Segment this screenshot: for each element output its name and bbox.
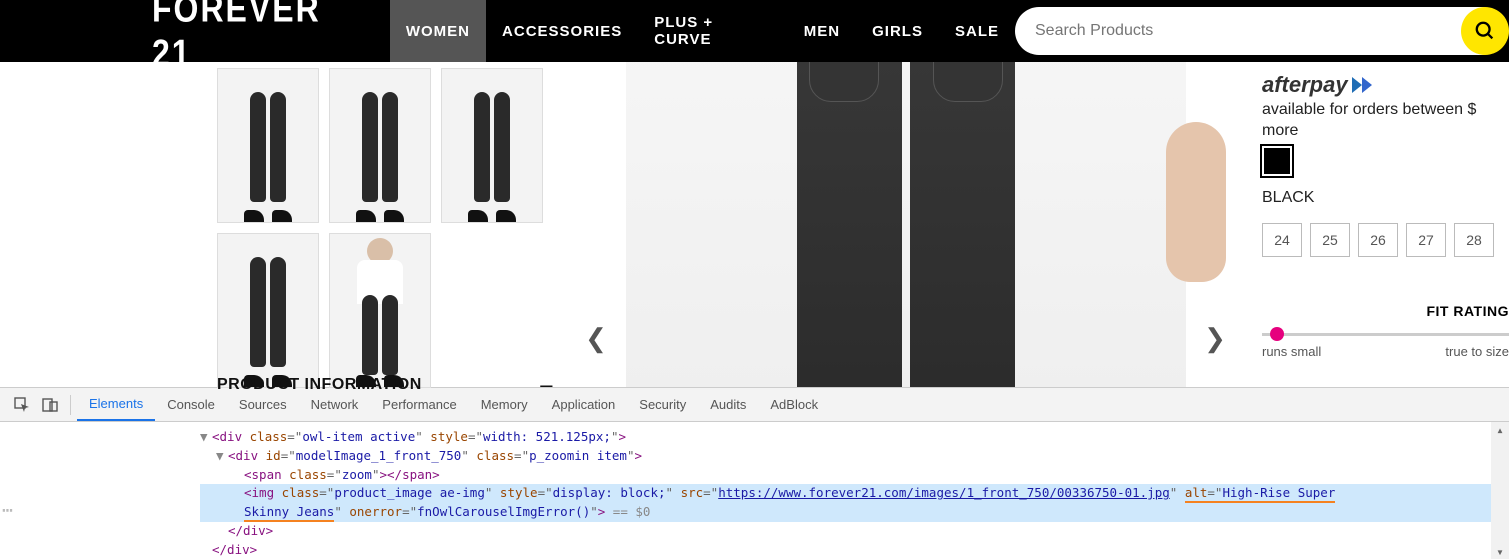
product-information-label: PRODUCT INFORMATION	[217, 376, 422, 394]
main-product-image[interactable]	[626, 62, 1186, 387]
carousel-next-button[interactable]: ❯	[1200, 323, 1230, 353]
brand-logo[interactable]: FOREVER 21	[152, 0, 370, 75]
product-information-heading[interactable]: PRODUCT INFORMATION –	[217, 372, 557, 398]
inspect-element-icon[interactable]	[8, 391, 36, 419]
devtools-elements-tree[interactable]: ⋯ ▼<div class="owl-item active" style="w…	[0, 422, 1509, 559]
afterpay-availability-text: available for orders between $	[1262, 100, 1509, 119]
thumbnail-3[interactable]	[441, 68, 543, 223]
size-24[interactable]: 24	[1262, 223, 1302, 257]
fit-label-left: runs small	[1262, 344, 1321, 359]
thumbnail-1[interactable]	[217, 68, 319, 223]
devtools-tab-security[interactable]: Security	[627, 389, 698, 420]
product-page: PRODUCT INFORMATION – ❮ ❯ afterpay avail…	[0, 62, 1509, 387]
fit-slider-thumb[interactable]	[1270, 327, 1284, 341]
devtools-tab-elements[interactable]: Elements	[77, 388, 155, 421]
devtools-scrollbar[interactable]: ▴▾	[1491, 422, 1509, 559]
scroll-up-icon[interactable]: ▴	[1496, 422, 1504, 437]
fit-label-right: true to size	[1445, 344, 1509, 359]
devtools-tab-audits[interactable]: Audits	[698, 389, 758, 420]
nav-item-plus-curve[interactable]: PLUS + CURVE	[638, 0, 788, 62]
code-line-4b-selected[interactable]: Skinny Jeans" onerror="fnOwlCarouselImgE…	[200, 503, 1509, 522]
fit-rating-title: FIT RATING	[1262, 303, 1509, 319]
size-25[interactable]: 25	[1310, 223, 1350, 257]
search-input[interactable]	[1015, 7, 1485, 55]
nav-item-girls[interactable]: GIRLS	[856, 0, 939, 62]
code-line-1[interactable]: ▼<div class="owl-item active" style="wid…	[200, 428, 1509, 447]
thumbnail-2[interactable]	[329, 68, 431, 223]
navbar: FOREVER 21 WOMEN ACCESSORIES PLUS + CURV…	[0, 0, 1509, 62]
devtools-panel: Elements Console Sources Network Perform…	[0, 387, 1509, 559]
thumbnail-4[interactable]	[217, 233, 319, 388]
code-line-6[interactable]: </div>	[200, 541, 1509, 559]
scroll-down-icon[interactable]: ▾	[1496, 544, 1504, 559]
thumbnail-grid	[217, 62, 557, 387]
nav-item-women[interactable]: WOMEN	[390, 0, 486, 62]
fit-rating: FIT RATING runs small true to size	[1262, 303, 1509, 359]
devtools-tab-adblock[interactable]: AdBlock	[758, 389, 830, 420]
nav-items: WOMEN ACCESSORIES PLUS + CURVE MEN GIRLS…	[390, 0, 1015, 62]
search-wrap	[1015, 7, 1509, 55]
nav-item-sale[interactable]: SALE	[939, 0, 1015, 62]
size-27[interactable]: 27	[1406, 223, 1446, 257]
size-28[interactable]: 28	[1454, 223, 1494, 257]
color-swatch-black[interactable]	[1262, 146, 1292, 176]
code-line-5[interactable]: </div>	[200, 522, 1509, 541]
code-line-3[interactable]: <span class="zoom"></span>	[200, 466, 1509, 485]
afterpay-arrows-icon	[1352, 77, 1380, 93]
device-toolbar-icon[interactable]	[36, 391, 64, 419]
color-swatch-row	[1262, 146, 1509, 181]
collapse-icon: –	[540, 372, 553, 398]
main-image-carousel: ❮ ❯	[557, 62, 1254, 387]
ellipsis-icon: ⋯	[2, 500, 11, 521]
code-line-2[interactable]: ▼<div id="modelImage_1_front_750" class=…	[200, 447, 1509, 466]
thumbnail-5[interactable]	[329, 233, 431, 388]
size-26[interactable]: 26	[1358, 223, 1398, 257]
carousel-prev-button[interactable]: ❮	[581, 323, 611, 353]
afterpay-more-link[interactable]: more	[1262, 121, 1509, 140]
selected-color-label: BLACK	[1262, 189, 1509, 207]
nav-item-men[interactable]: MEN	[788, 0, 856, 62]
fit-slider[interactable]	[1262, 333, 1509, 336]
size-selector: 24 25 26 27 28	[1262, 223, 1509, 257]
search-icon	[1474, 20, 1496, 42]
afterpay-logo: afterpay	[1262, 72, 1509, 98]
product-options: afterpay available for orders between $ …	[1254, 62, 1509, 387]
nav-item-accessories[interactable]: ACCESSORIES	[486, 0, 638, 62]
code-line-4-selected[interactable]: <img class="product_image ae-img" style=…	[200, 484, 1509, 503]
search-button[interactable]	[1461, 7, 1509, 55]
